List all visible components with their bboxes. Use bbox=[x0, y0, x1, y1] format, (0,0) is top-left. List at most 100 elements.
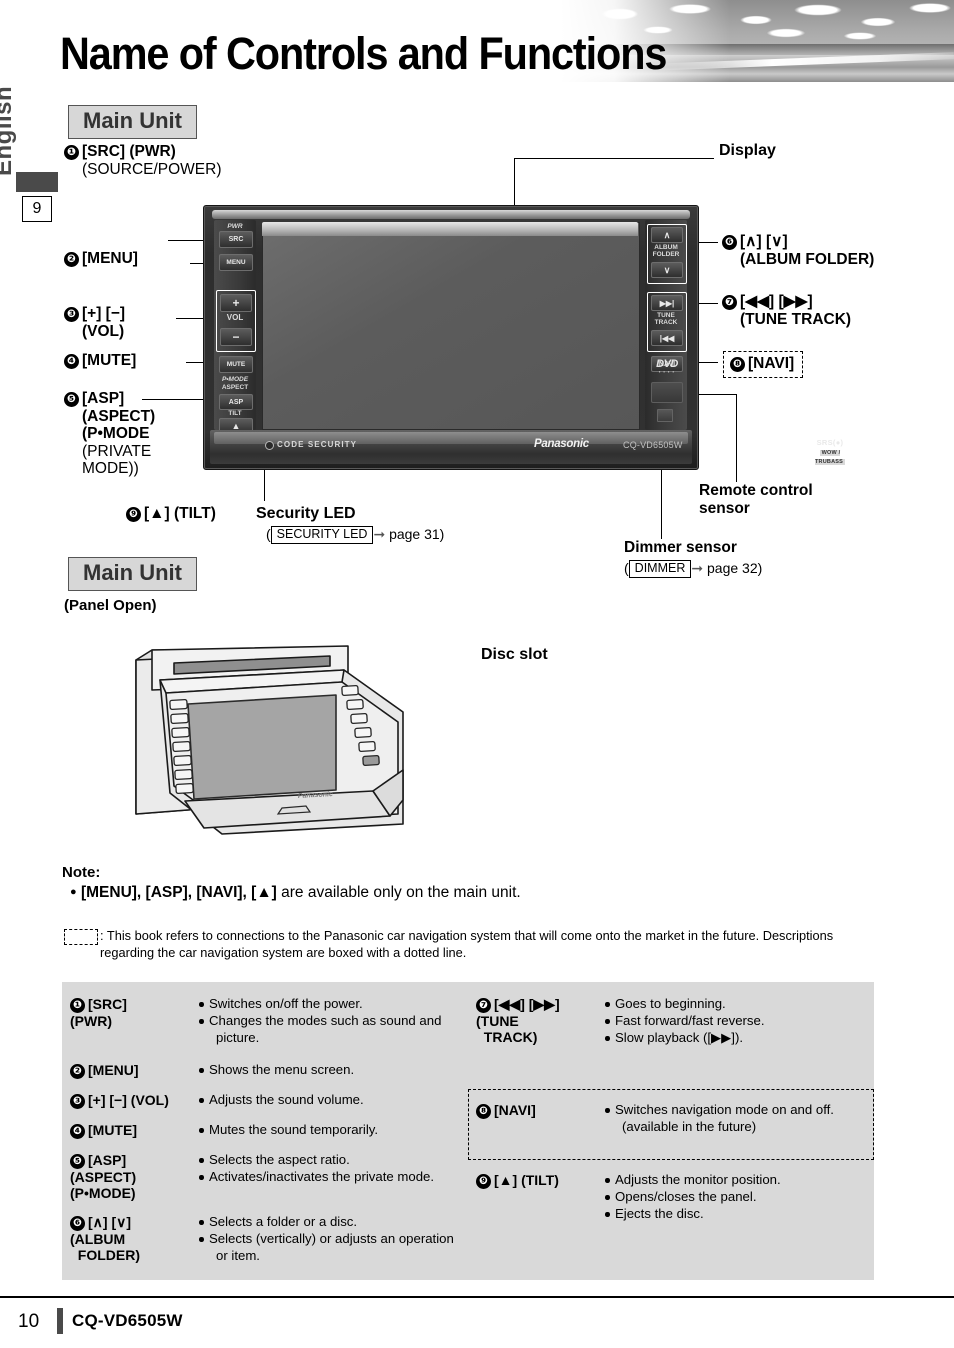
table-row-key-line: [ASP] bbox=[88, 1152, 127, 1168]
table-row-key: ❷ [MENU] bbox=[70, 1062, 192, 1079]
note-bullet: ● [MENU], [ASP], [NAVI], [▲] are availab… bbox=[70, 884, 521, 902]
callout-sub-1: (SOURCE/POWER) bbox=[82, 160, 222, 178]
srs-logo-icon: SRS(●) WOW / TRUBASS bbox=[815, 438, 845, 465]
callout-menu: ❷ [MENU] bbox=[64, 250, 138, 268]
table-row-value: Selects the aspect ratio. Activates/inact… bbox=[198, 1152, 462, 1186]
label-disc-slot: Disc slot bbox=[481, 646, 548, 663]
callout-sub-3: (VOL) bbox=[82, 322, 125, 340]
arrow-right-icon: ➞ bbox=[691, 560, 704, 576]
callout-album-folder: ❻ [∧] [∨] (ALBUM FOLDER) bbox=[722, 233, 874, 268]
table-row-key-line: [◀◀] [▶▶] bbox=[494, 996, 560, 1012]
table-row-value-line: Selects (vertically) or adjusts an opera… bbox=[198, 1231, 462, 1247]
leader-remote-v bbox=[736, 394, 738, 482]
callout-label-1: [SRC] (PWR) bbox=[82, 143, 176, 160]
callout-asp: ❺ [ASP] (ASPECT) (P•MODE (PRIVATE MODE)) bbox=[64, 390, 184, 478]
device-button-asp[interactable]: ASP bbox=[219, 394, 253, 410]
table-row-key-line: [MUTE] bbox=[88, 1122, 137, 1138]
panasonic-logo: Panasonic bbox=[534, 438, 589, 450]
callout-number-7: ❼ bbox=[722, 295, 737, 310]
label-display: Display bbox=[719, 142, 776, 159]
security-ref-page: page 31 bbox=[389, 526, 440, 542]
device-label-pwr: PWR bbox=[227, 223, 243, 230]
table-row-value-line: Fast forward/fast reverse. bbox=[604, 1013, 868, 1029]
table-row-number: ❶ bbox=[70, 998, 85, 1013]
table-row-value-line: or item. bbox=[216, 1248, 260, 1264]
device-button-track-next[interactable]: ▶▶| bbox=[651, 295, 683, 311]
table-row-key-line: FOLDER) bbox=[70, 1247, 140, 1264]
table-row-value: Selects a folder or a disc. Selects (vert… bbox=[198, 1214, 462, 1265]
device-button-track-prev[interactable]: |◀◀ bbox=[651, 330, 683, 346]
table-row-key: ❾ [▲] (TILT) bbox=[476, 1172, 598, 1189]
dotted-box-legend-text: : This book refers to connections to the… bbox=[100, 928, 834, 961]
table-row-number: ❺ bbox=[70, 1154, 85, 1169]
functions-table-left-column: ❶ [SRC] (PWR) Switches on/off the power. Cha… bbox=[62, 982, 468, 1280]
device-label-pmode: P•MODE bbox=[221, 376, 249, 383]
table-row-value-line: Adjusts the sound volume. bbox=[198, 1092, 462, 1108]
chapter-tab-bar bbox=[16, 172, 58, 192]
callout-asp-mode: MODE)) bbox=[82, 460, 139, 477]
table-row-key: ❸ [+] [−] (VOL) bbox=[70, 1092, 192, 1109]
callout-label-4: [MUTE] bbox=[82, 352, 137, 369]
footer-rule bbox=[0, 1296, 954, 1298]
table-row-number: ❷ bbox=[70, 1064, 85, 1079]
callout-number-4: ❹ bbox=[64, 354, 79, 369]
table-row-value-line: Activates/inactivates the private mode. bbox=[198, 1169, 462, 1185]
label-remote-control-sensor: Remote control sensor bbox=[699, 482, 813, 518]
table-row-value-line: Adjusts the monitor position. bbox=[604, 1172, 868, 1188]
leader-display-h bbox=[514, 158, 714, 160]
table-row-value: Mutes the sound temporarily. bbox=[198, 1122, 462, 1139]
device-button-vol-up[interactable]: + bbox=[220, 294, 252, 312]
table-row-key: ❶ [SRC] (PWR) bbox=[70, 996, 192, 1029]
device-display-screen bbox=[262, 222, 640, 430]
table-row-value: Adjusts the monitor position. Opens/close… bbox=[604, 1172, 868, 1223]
device-code-security-text: CODE SECURITY bbox=[277, 440, 358, 449]
table-row-number: ❻ bbox=[70, 1216, 85, 1231]
callout-number-5: ❺ bbox=[64, 392, 79, 407]
callout-label-6: [∧] [∨] bbox=[740, 233, 788, 250]
table-row-key-line: (TUNE bbox=[476, 1013, 519, 1029]
main-unit-front-illustration: PWR SRC MENU + VOL − MUTE P•MODE ASPECT … bbox=[203, 205, 845, 470]
callout-asp-private: (PRIVATE bbox=[82, 442, 152, 460]
table-row-number: ❸ bbox=[70, 1094, 85, 1109]
callout-number-6: ❻ bbox=[722, 235, 737, 250]
main-unit-panel-open-illustration: Panasonic bbox=[130, 638, 480, 860]
footer-bar bbox=[57, 1308, 63, 1334]
callout-number-2: ❷ bbox=[64, 252, 79, 267]
callout-sub-6: (ALBUM FOLDER) bbox=[740, 250, 875, 268]
table-row-value-line: Mutes the sound temporarily. bbox=[198, 1122, 462, 1138]
srs-line2: WOW / TRUBASS bbox=[815, 450, 845, 465]
note-bullet-bold: [MENU], [ASP], [NAVI], [▲] bbox=[80, 884, 277, 901]
page-title: Name of Controls and Functions bbox=[60, 28, 667, 79]
device-dimmer-sensor bbox=[657, 409, 673, 422]
table-row-number: ❹ bbox=[70, 1124, 85, 1139]
device-button-menu[interactable]: MENU bbox=[219, 254, 253, 271]
table-row-key-line: (ALBUM bbox=[70, 1231, 126, 1247]
callout-tune-track: ❼ [◀◀] [▶▶] (TUNE TRACK) bbox=[722, 293, 851, 328]
callout-number-8: ❽ bbox=[730, 357, 745, 372]
label-remote-line2: sensor bbox=[699, 499, 750, 517]
callout-sub-5: (ASPECT) bbox=[82, 407, 156, 425]
callout-number-1: ❶ bbox=[64, 145, 79, 160]
callout-label-9: [▲] (TILT) bbox=[144, 505, 216, 522]
device-button-album-up[interactable]: ∧ bbox=[651, 227, 683, 243]
table-row-number: ❼ bbox=[476, 998, 491, 1013]
device-label-tune: TUNE bbox=[657, 312, 675, 319]
device-button-vol-down[interactable]: − bbox=[220, 328, 252, 346]
table-row-key-line: (PWR) bbox=[70, 1013, 112, 1029]
table-row-value-line: Selects a folder or a disc. bbox=[198, 1214, 462, 1230]
table-row-key: ❹ [MUTE] bbox=[70, 1122, 192, 1139]
device-remote-control-sensor bbox=[651, 382, 683, 403]
callout-sub-7: (TUNE TRACK) bbox=[740, 310, 852, 328]
table-row-key: ❺ [ASP] (ASPECT) (P•MODE) bbox=[70, 1152, 192, 1201]
footer-page-number: 10 bbox=[18, 1311, 40, 1332]
functions-table: ❶ [SRC] (PWR) Switches on/off the power. Cha… bbox=[62, 982, 874, 1280]
security-reference: (SECURITY LED ➞ page 31) bbox=[266, 526, 445, 544]
device-button-album-down[interactable]: ∨ bbox=[651, 262, 683, 278]
callout-navi: ❽ [NAVI] bbox=[723, 351, 804, 378]
callout-number-3: ❸ bbox=[64, 307, 79, 322]
device-button-src[interactable]: SRC bbox=[219, 231, 253, 248]
callout-label-7: [◀◀] [▶▶] bbox=[740, 293, 813, 310]
dotted-box-legend-icon bbox=[64, 929, 98, 945]
device-button-mute[interactable]: MUTE bbox=[219, 356, 253, 373]
table-row-value: Adjusts the sound volume. bbox=[198, 1092, 462, 1109]
